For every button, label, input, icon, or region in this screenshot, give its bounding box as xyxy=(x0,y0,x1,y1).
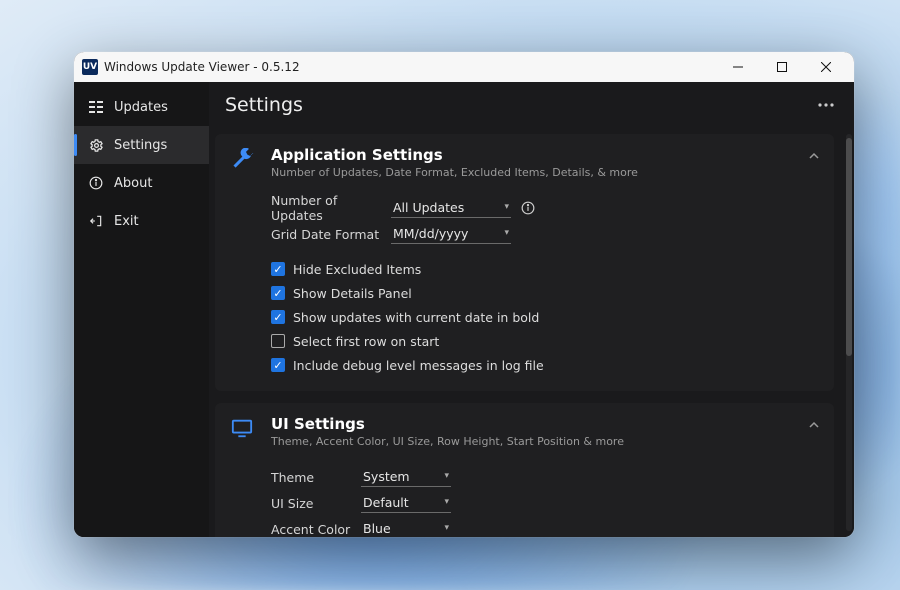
field-label: Theme xyxy=(271,470,361,485)
sidebar-item-settings[interactable]: Settings xyxy=(74,126,209,164)
window-title: Windows Update Viewer - 0.5.12 xyxy=(104,60,300,74)
chevron-down-icon: ▾ xyxy=(444,497,449,507)
select-value: All Updates xyxy=(393,200,464,215)
section-title: UI Settings xyxy=(271,415,624,433)
checkbox-icon: ✓ xyxy=(271,358,285,372)
checkbox-row[interactable]: ✓ Include debug level messages in log fil… xyxy=(271,353,818,377)
app-icon: UV xyxy=(82,59,98,75)
section-title: Application Settings xyxy=(271,146,638,164)
updates-icon xyxy=(88,99,104,115)
checkbox-row[interactable]: ✓ Show updates with current date in bold xyxy=(271,305,818,329)
wrench-icon xyxy=(231,146,259,172)
gear-icon xyxy=(88,137,104,153)
section-application-settings: Application Settings Number of Updates, … xyxy=(215,134,834,391)
collapse-button[interactable] xyxy=(808,150,820,162)
sidebar-item-label: Exit xyxy=(114,214,139,229)
field-label: Grid Date Format xyxy=(271,227,391,242)
section-ui-settings: UI Settings Theme, Accent Color, UI Size… xyxy=(215,403,834,537)
settings-content: Application Settings Number of Updates, … xyxy=(209,128,854,537)
info-icon xyxy=(88,175,104,191)
sidebar-item-label: Updates xyxy=(114,100,168,115)
checkbox-row[interactable]: ✓ Show Details Panel xyxy=(271,281,818,305)
vertical-scrollbar[interactable] xyxy=(846,134,852,531)
section-subtitle: Number of Updates, Date Format, Excluded… xyxy=(271,166,638,179)
app-window: UV Windows Update Viewer - 0.5.12 Update… xyxy=(74,52,854,537)
titlebar[interactable]: UV Windows Update Viewer - 0.5.12 xyxy=(74,52,854,82)
more-button[interactable] xyxy=(814,99,838,111)
checkbox-label: Show Details Panel xyxy=(293,286,412,301)
theme-select[interactable]: System ▾ xyxy=(361,468,451,487)
sidebar-item-label: Settings xyxy=(114,138,167,153)
ui-size-select[interactable]: Default ▾ xyxy=(361,494,451,513)
scrollbar-thumb[interactable] xyxy=(846,138,852,356)
chevron-down-icon: ▾ xyxy=(444,523,449,533)
info-icon[interactable] xyxy=(521,201,535,215)
select-value: Blue xyxy=(363,521,391,536)
checkbox-icon: ✓ xyxy=(271,286,285,300)
sidebar-item-updates[interactable]: Updates xyxy=(74,88,209,126)
chevron-down-icon: ▾ xyxy=(444,471,449,481)
field-label: Accent Color xyxy=(271,522,361,537)
checkbox-row[interactable]: ✓ Hide Excluded Items xyxy=(271,257,818,281)
checkbox-label: Include debug level messages in log file xyxy=(293,358,544,373)
page-title: Settings xyxy=(225,94,303,116)
select-value: MM/dd/yyyy xyxy=(393,226,468,241)
select-value: Default xyxy=(363,495,409,510)
monitor-icon xyxy=(231,415,259,439)
sidebar-item-about[interactable]: About xyxy=(74,164,209,202)
checkbox-icon: ✓ xyxy=(271,262,285,276)
sidebar-item-label: About xyxy=(114,176,152,191)
number-of-updates-select[interactable]: All Updates ▾ xyxy=(391,199,511,218)
checkbox-label: Hide Excluded Items xyxy=(293,262,421,277)
select-value: System xyxy=(363,469,410,484)
collapse-button[interactable] xyxy=(808,419,820,431)
field-label: Number of Updates xyxy=(271,193,391,223)
sidebar: Updates Settings About Exit xyxy=(74,82,209,537)
minimize-button[interactable] xyxy=(716,52,760,82)
checkbox-icon xyxy=(271,334,285,348)
checkbox-label: Show updates with current date in bold xyxy=(293,310,539,325)
checkbox-row[interactable]: Select first row on start xyxy=(271,329,818,353)
accent-color-select[interactable]: Blue ▾ xyxy=(361,520,451,538)
chevron-down-icon: ▾ xyxy=(504,228,509,238)
checkbox-label: Select first row on start xyxy=(293,334,439,349)
date-format-select[interactable]: MM/dd/yyyy ▾ xyxy=(391,225,511,244)
maximize-button[interactable] xyxy=(760,52,804,82)
close-button[interactable] xyxy=(804,52,848,82)
chevron-down-icon: ▾ xyxy=(504,202,509,212)
exit-icon xyxy=(88,213,104,229)
field-label: UI Size xyxy=(271,496,361,511)
section-subtitle: Theme, Accent Color, UI Size, Row Height… xyxy=(271,435,624,448)
checkbox-icon: ✓ xyxy=(271,310,285,324)
sidebar-item-exit[interactable]: Exit xyxy=(74,202,209,240)
